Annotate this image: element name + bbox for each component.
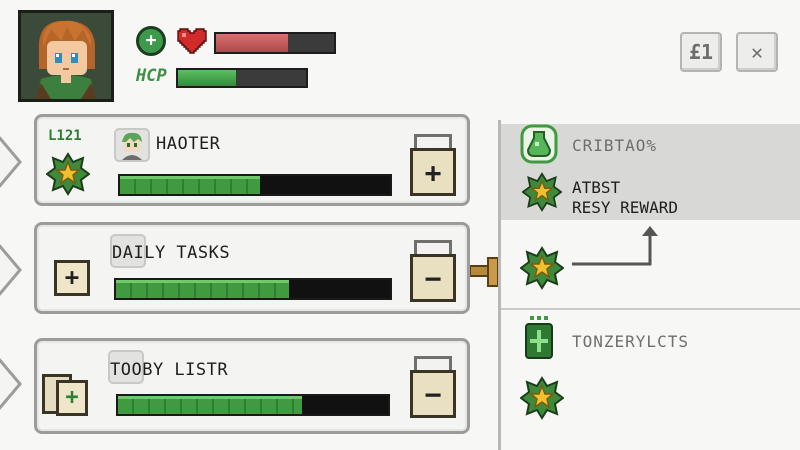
quest-title: TOOBY LISTR	[110, 360, 229, 380]
quest-panel-3	[34, 338, 470, 434]
health-bar-fill	[216, 34, 288, 52]
xp-bar-fill	[178, 70, 236, 86]
expand-arrow-icon[interactable]	[0, 134, 24, 190]
avatar-icon	[122, 132, 142, 160]
quest-progress-bar	[114, 278, 392, 300]
stacked-plus-tiles-icon[interactable]: +	[42, 374, 90, 420]
xp-bar	[176, 68, 308, 88]
crate-symbol: +	[424, 156, 442, 189]
reward-path-arrow-icon	[572, 226, 658, 266]
star-badge-icon	[522, 172, 562, 212]
remove-quest-button[interactable]: −	[410, 240, 456, 302]
star-badge-icon	[520, 376, 564, 420]
close-icon: ✕	[750, 40, 764, 64]
add-health-button[interactable]: +	[136, 26, 166, 56]
tile-front: +	[56, 380, 88, 416]
quest-title: HAOTER	[156, 134, 221, 154]
crate-symbol: −	[424, 378, 442, 411]
close-button[interactable]: ✕	[736, 32, 778, 72]
reward-line-2: RESY REWARD	[572, 198, 678, 217]
quest-level-label: L121	[48, 128, 82, 144]
heart-icon	[177, 28, 207, 54]
section-title: TONZERYLCTS	[572, 332, 689, 351]
plus-tile-icon[interactable]: +	[54, 260, 90, 296]
remove-quest-button[interactable]: −	[410, 356, 456, 418]
reward-line-1: ATBST	[572, 178, 621, 197]
hero-portrait[interactable]	[18, 10, 114, 102]
plus-circle-icon: +	[145, 30, 157, 51]
add-quest-button[interactable]: +	[410, 134, 456, 196]
xp-label: HCP	[136, 66, 167, 86]
expand-arrow-icon[interactable]	[0, 242, 24, 298]
quest-title: DAILY TASKS	[112, 243, 231, 263]
green-gem-icon	[525, 316, 553, 359]
quest-panel-2	[34, 222, 470, 314]
quest-avatar	[114, 128, 150, 162]
star-badge-icon	[46, 152, 90, 196]
section-divider	[501, 308, 800, 310]
currency-button[interactable]: £1	[680, 32, 722, 72]
quest-progress-fill	[116, 280, 289, 298]
quest-progress-bar	[118, 174, 392, 196]
quest-progress-bar	[116, 394, 390, 416]
crate-symbol: −	[424, 262, 442, 295]
connector-bracket-icon	[470, 257, 499, 287]
hero-portrait-icon	[21, 13, 111, 99]
potion-icon	[520, 124, 558, 164]
expand-arrow-icon[interactable]	[0, 356, 24, 412]
star-badge-icon[interactable]	[520, 246, 564, 290]
quest-progress-fill	[118, 396, 302, 414]
quest-progress-fill	[120, 176, 261, 194]
section-title: CRIBTAO%	[572, 136, 658, 155]
health-bar	[214, 32, 336, 54]
